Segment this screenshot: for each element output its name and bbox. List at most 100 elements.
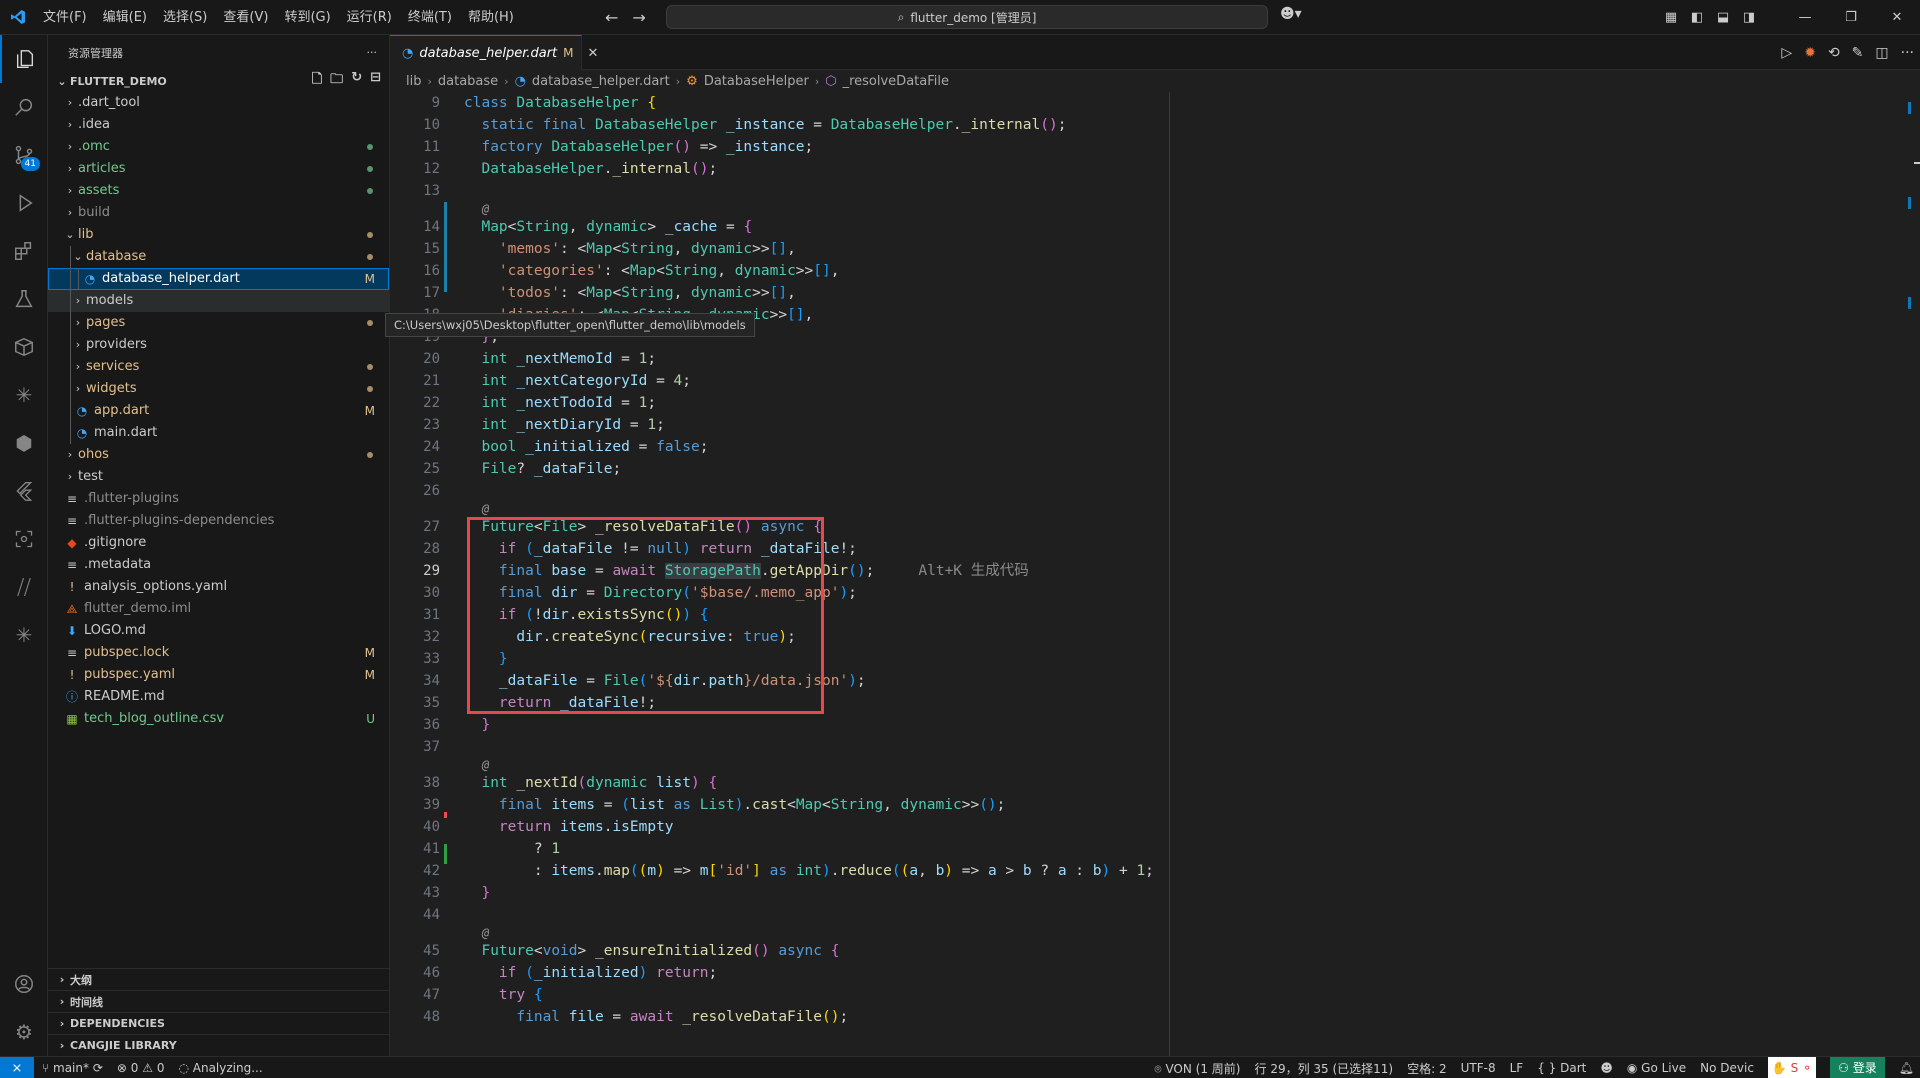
sidebar-section-header[interactable]: › CANGJIE LIBRARY	[48, 1034, 390, 1056]
minimize-icon[interactable]: —	[1782, 0, 1828, 35]
back-arrow-icon[interactable]: ←	[605, 8, 618, 27]
search-icon[interactable]	[0, 83, 48, 131]
tree-folder[interactable]: › pages	[48, 312, 389, 334]
tree-folder[interactable]: ⌄ database	[48, 246, 389, 268]
code-line[interactable]: 10 static final DatabaseHelper _instance…	[390, 114, 1560, 136]
code-line[interactable]: 48 final file = await _resolveDataFile()…	[390, 1006, 1560, 1028]
testing-flask-icon[interactable]	[0, 275, 48, 323]
tree-file[interactable]: ◔ main.dart	[48, 422, 389, 444]
new-folder-icon[interactable]: 🗀	[330, 70, 343, 92]
run-debug-icon[interactable]	[0, 179, 48, 227]
forward-arrow-icon[interactable]: →	[632, 8, 645, 27]
menu-item[interactable]: 运行(R)	[339, 0, 400, 35]
tree-file[interactable]: ≡ pubspec.lock M	[48, 642, 389, 664]
notifications-bell-icon[interactable]: 🔔︎	[1899, 1061, 1914, 1075]
tree-folder[interactable]: › ohos	[48, 444, 389, 466]
hot-reload-icon[interactable]: ⟲	[1828, 45, 1840, 61]
code-line[interactable]: 42 : items.map((m) => m['id'] as int).re…	[390, 860, 1560, 882]
codelens[interactable]: @	[390, 502, 1560, 516]
settings-gear-icon[interactable]: ⚙	[0, 1008, 48, 1056]
tree-folder[interactable]: › .idea	[48, 114, 389, 136]
split-editor-icon[interactable]: ◫	[1875, 45, 1888, 61]
code-line[interactable]: 23 int _nextDiaryId = 1;	[390, 414, 1560, 436]
code-line[interactable]: 36 }	[390, 714, 1560, 736]
code-line[interactable]: 47 try {	[390, 984, 1560, 1006]
command-center-search[interactable]: ⌕ flutter_demo [管理员]	[666, 5, 1268, 29]
tree-file[interactable]: ⬇ LOGO.md	[48, 620, 389, 642]
account-icon[interactable]	[0, 960, 48, 1008]
line-ending[interactable]: LF	[1510, 1061, 1524, 1075]
code-editor[interactable]: 9 class DatabaseHelper {10 static final D…	[390, 92, 1920, 1056]
tree-folder[interactable]: › articles	[48, 158, 389, 180]
code-line[interactable]: 40 return items.isEmpty	[390, 816, 1560, 838]
code-line[interactable]: 22 int _nextTodoId = 1;	[390, 392, 1560, 414]
code-line[interactable]: 43 }	[390, 882, 1560, 904]
tree-file[interactable]: ◔ app.dart M	[48, 400, 389, 422]
breadcrumb-item[interactable]: database	[438, 74, 498, 89]
code-line[interactable]: 41 ? 1	[390, 838, 1560, 860]
restore-icon[interactable]: ❐	[1828, 0, 1874, 35]
codelens[interactable]: @	[390, 926, 1560, 940]
spark-icon[interactable]: ✳	[0, 371, 48, 419]
code-line[interactable]: 44	[390, 904, 1560, 926]
code-line[interactable]: 45 Future<void> _ensureInitialized() asy…	[390, 940, 1560, 962]
package-box-icon[interactable]	[0, 323, 48, 371]
code-line[interactable]: 25 File? _dataFile;	[390, 458, 1560, 480]
run-icon[interactable]: ▷	[1781, 45, 1792, 61]
sidebar-section-header[interactable]: › 时间线	[48, 990, 390, 1012]
menu-item[interactable]: 选择(S)	[155, 0, 215, 35]
codelens[interactable]: @	[390, 202, 1560, 216]
copilot-icon[interactable]: ☻▾	[1280, 6, 1302, 22]
language-mode[interactable]: { } Dart	[1537, 1061, 1586, 1075]
code-line[interactable]: 37	[390, 736, 1560, 758]
more-actions-icon[interactable]: ···	[367, 46, 378, 59]
copilot-status-icon[interactable]: ☻	[1600, 1061, 1613, 1075]
refresh-icon[interactable]: ↻	[351, 70, 362, 92]
breadcrumb-item[interactable]: _resolveDataFile	[843, 74, 949, 89]
vertical-scrollbar[interactable]	[1906, 92, 1920, 1056]
indentation[interactable]: 空格: 2	[1407, 1060, 1447, 1077]
hexagon-extension-icon[interactable]: ⬢	[0, 419, 48, 467]
tree-folder[interactable]: › assets	[48, 180, 389, 202]
breadcrumb-item[interactable]: lib	[406, 74, 421, 89]
tree-file[interactable]: ⓘ README.md	[48, 686, 389, 708]
customize-layout-icon[interactable]: ▦	[1658, 0, 1684, 35]
new-file-icon[interactable]: 🗋	[312, 70, 322, 92]
explorer-icon[interactable]	[0, 35, 48, 83]
tree-folder[interactable]: › providers	[48, 334, 389, 356]
slash-brand-icon[interactable]: ⧸⧸	[0, 563, 48, 611]
problems-indicator[interactable]: ⊗ 0 ⚠ 0	[117, 1061, 165, 1075]
remote-indicator-icon[interactable]: ⨯	[0, 1057, 34, 1078]
edit-pencil-icon[interactable]: ✎	[1852, 45, 1864, 61]
code-line[interactable]: 17 'todos': <Map<String, dynamic>>[],	[390, 282, 1560, 304]
menu-item[interactable]: 查看(V)	[215, 0, 276, 35]
tree-folder[interactable]: › services	[48, 356, 389, 378]
tree-file[interactable]: ⟁ flutter_demo.iml	[48, 598, 389, 620]
code-line[interactable]: 20 int _nextMemoId = 1;	[390, 348, 1560, 370]
breadcrumb-item[interactable]: DatabaseHelper	[704, 74, 809, 89]
tree-file[interactable]: ◔ database_helper.dart M	[48, 268, 389, 290]
cursor-position[interactable]: 行 29，列 35 (已选择11)	[1255, 1060, 1394, 1077]
workspace-root[interactable]: ⌄ FLUTTER_DEMO 🗋 🗀 ↻ ⊟	[48, 70, 389, 92]
menu-item[interactable]: 文件(F)	[35, 0, 95, 35]
tree-folder[interactable]: › test	[48, 466, 389, 488]
collapse-all-icon[interactable]: ⊟	[370, 70, 381, 92]
toggle-panel-icon[interactable]: ⬓	[1710, 0, 1736, 35]
code-line[interactable]: 11 factory DatabaseHelper() => _instance…	[390, 136, 1560, 158]
code-line[interactable]: 24 bool _initialized = false;	[390, 436, 1560, 458]
tree-folder[interactable]: › build	[48, 202, 389, 224]
go-live[interactable]: ◉ Go Live	[1627, 1061, 1686, 1075]
debug-spark-icon[interactable]: ✹	[1804, 45, 1816, 61]
code-line[interactable]: 9 class DatabaseHelper {	[390, 92, 1560, 114]
code-line[interactable]: 15 'memos': <Map<String, dynamic>>[],	[390, 238, 1560, 260]
code-line[interactable]: 38 int _nextId(dynamic list) {	[390, 772, 1560, 794]
tree-folder[interactable]: › .omc	[48, 136, 389, 158]
tree-folder[interactable]: › models	[48, 290, 389, 312]
toggle-sidebar-icon[interactable]: ◧	[1684, 0, 1710, 35]
menu-item[interactable]: 帮助(H)	[460, 0, 522, 35]
tree-file[interactable]: ≡ .flutter-plugins-dependencies	[48, 510, 389, 532]
extensions-icon[interactable]	[0, 227, 48, 275]
tree-folder[interactable]: › widgets	[48, 378, 389, 400]
code-line[interactable]: 46 if (_initialized) return;	[390, 962, 1560, 984]
code-line[interactable]: 12 DatabaseHelper._internal();	[390, 158, 1560, 180]
